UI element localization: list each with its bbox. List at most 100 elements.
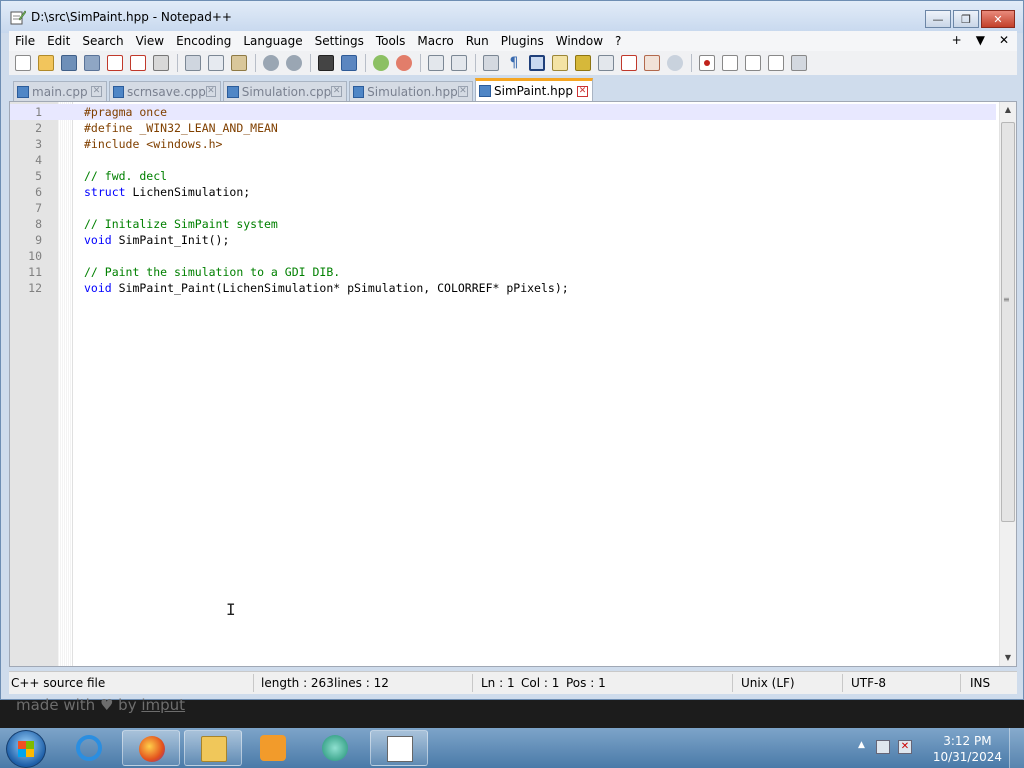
code-line[interactable]: 7 (10, 200, 996, 216)
tab-main-cpp[interactable]: main.cpp ✕ (13, 81, 107, 101)
doc-list-icon[interactable] (598, 55, 614, 71)
new-tab-plus-icon[interactable]: + (952, 33, 962, 47)
code-line[interactable]: 9 void SimPaint_Init(); (10, 232, 996, 248)
status-col: Col : 1 (521, 676, 560, 690)
code-line[interactable]: 11 // Paint the simulation to a GDI DIB. (10, 264, 996, 280)
network-icon[interactable] (876, 740, 890, 754)
code-line[interactable]: 4 (10, 152, 996, 168)
volume-muted-icon[interactable]: ✕ (898, 740, 912, 754)
status-separator (960, 674, 961, 692)
taskbar-notepadpp[interactable] (370, 730, 428, 766)
show-hidden-icons-icon[interactable]: ▲ (858, 740, 865, 750)
close-file-icon[interactable] (107, 55, 123, 71)
print-icon[interactable] (153, 55, 169, 71)
close-doc-icon[interactable]: ✕ (999, 33, 1009, 47)
code-line[interactable]: 3 #include <windows.h> (10, 136, 996, 152)
new-file-icon[interactable] (15, 55, 31, 71)
taskbar-explorer[interactable] (184, 730, 242, 766)
code-line[interactable]: 12 void SimPaint_Paint(LichenSimulation* … (10, 280, 996, 296)
tab-simulation-cpp[interactable]: Simulation.cpp ✕ (223, 81, 347, 101)
scrollbar-thumb[interactable] (1001, 122, 1015, 522)
taskbar-media-player[interactable] (244, 730, 302, 766)
maximize-button[interactable]: ❐ (953, 10, 979, 28)
close-button[interactable]: ✕ (981, 10, 1015, 28)
code-line[interactable]: 5 // fwd. decl (10, 168, 996, 184)
show-all-chars-icon[interactable]: ¶ (506, 55, 522, 71)
tab-close-icon[interactable]: ✕ (205, 86, 216, 97)
macro-play-icon[interactable] (745, 55, 761, 71)
code-line[interactable]: 1 #pragma once (10, 104, 996, 120)
title-bar[interactable]: D:\src\SimPaint.hpp - Notepad++ — ❐ ✕ (1, 1, 1023, 33)
watermark-link[interactable]: imput (141, 696, 185, 714)
code-line[interactable]: 2 #define _WIN32_LEAN_AND_MEAN (10, 120, 996, 136)
menu-window[interactable]: Window (550, 34, 609, 48)
show-desktop-button[interactable] (1009, 728, 1024, 768)
code-line[interactable]: 6 struct LichenSimulation; (10, 184, 996, 200)
save-icon[interactable] (61, 55, 77, 71)
open-file-icon[interactable] (38, 55, 54, 71)
menu-search[interactable]: Search (76, 34, 129, 48)
udl-icon[interactable] (552, 55, 568, 71)
menu-tools[interactable]: Tools (370, 34, 412, 48)
monitoring-eye-icon[interactable] (667, 55, 683, 71)
taskbar-ie[interactable] (60, 730, 118, 766)
word-wrap-icon[interactable] (483, 55, 499, 71)
function-list-icon[interactable] (621, 55, 637, 71)
close-all-icon[interactable] (130, 55, 146, 71)
copy-icon[interactable] (208, 55, 224, 71)
doc-map-icon[interactable] (575, 55, 591, 71)
window-title: D:\src\SimPaint.hpp - Notepad++ (31, 10, 232, 24)
macro-save-icon[interactable] (791, 55, 807, 71)
taskbar-clock[interactable]: 3:12 PM 10/31/2024 (933, 733, 1002, 765)
code-token: void (84, 233, 112, 247)
start-button[interactable] (6, 730, 46, 768)
tab-simulation-hpp[interactable]: Simulation.hpp ✕ (349, 81, 473, 101)
macro-stop-icon[interactable] (722, 55, 738, 71)
status-encoding[interactable]: UTF-8 (851, 676, 886, 690)
menu-file[interactable]: File (9, 34, 41, 48)
menu-plugins[interactable]: Plugins (495, 34, 550, 48)
find-icon[interactable] (318, 55, 334, 71)
tab-scrnsave-cpp[interactable]: scrnsave.cpp ✕ (109, 81, 221, 101)
macro-record-icon[interactable] (699, 55, 715, 71)
toolbar-separator (365, 54, 366, 72)
taskbar-firefox[interactable] (122, 730, 180, 766)
replace-icon[interactable] (341, 55, 357, 71)
minimize-button[interactable]: — (925, 10, 951, 28)
folder-workspace-icon[interactable] (644, 55, 660, 71)
paste-icon[interactable] (231, 55, 247, 71)
sync-vertical-icon[interactable] (428, 55, 444, 71)
save-all-icon[interactable] (84, 55, 100, 71)
menu-help[interactable]: ? (609, 34, 627, 48)
tab-simpaint-hpp[interactable]: SimPaint.hpp ✕ (475, 78, 593, 101)
tab-close-icon[interactable]: ✕ (577, 85, 588, 97)
sync-horizontal-icon[interactable] (451, 55, 467, 71)
tab-close-icon[interactable]: ✕ (331, 86, 342, 97)
menu-macro[interactable]: Macro (411, 34, 459, 48)
vertical-scrollbar[interactable]: ▲ ≡ ▼ (999, 102, 1016, 666)
status-eol[interactable]: Unix (LF) (741, 676, 795, 690)
undo-icon[interactable] (263, 55, 279, 71)
code-line[interactable]: 8 // Initalize SimPaint system (10, 216, 996, 232)
menu-run[interactable]: Run (460, 34, 495, 48)
menu-encoding[interactable]: Encoding (170, 34, 237, 48)
zoom-out-icon[interactable] (396, 55, 412, 71)
status-insert-mode[interactable]: INS (970, 676, 990, 690)
cut-icon[interactable] (185, 55, 201, 71)
macro-run-multiple-icon[interactable] (768, 55, 784, 71)
menu-view[interactable]: View (130, 34, 170, 48)
menu-language[interactable]: Language (237, 34, 308, 48)
indent-guide-icon[interactable] (529, 55, 545, 71)
tab-close-icon[interactable]: ✕ (457, 86, 468, 97)
zoom-in-icon[interactable] (373, 55, 389, 71)
scroll-down-arrow-icon[interactable]: ▼ (1000, 650, 1016, 666)
menu-settings[interactable]: Settings (309, 34, 370, 48)
tab-close-icon[interactable]: ✕ (91, 86, 102, 97)
menu-edit[interactable]: Edit (41, 34, 76, 48)
code-line[interactable]: 10 (10, 248, 996, 264)
redo-icon[interactable] (286, 55, 302, 71)
tab-list-dropdown-icon[interactable]: ▼ (976, 33, 985, 47)
taskbar-media-center[interactable] (306, 730, 364, 766)
scroll-up-arrow-icon[interactable]: ▲ (1000, 102, 1016, 118)
code-editor[interactable]: 1 #pragma once 2 #define _WIN32_LEAN_AND_ME… (9, 101, 1017, 667)
